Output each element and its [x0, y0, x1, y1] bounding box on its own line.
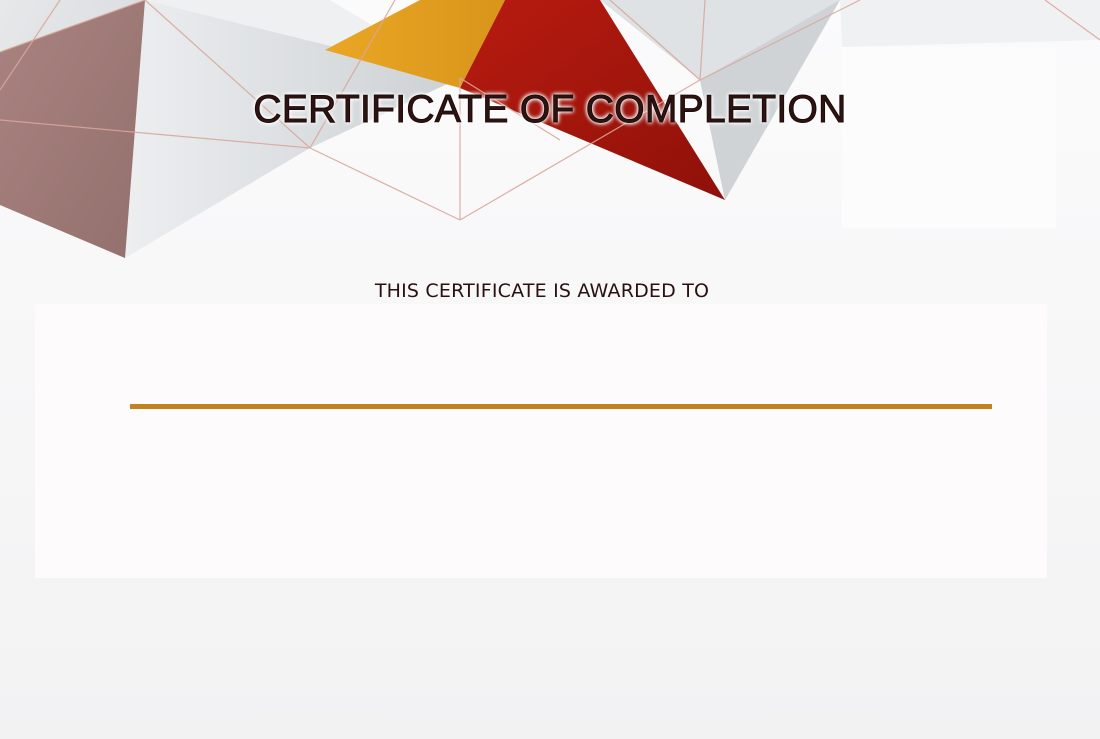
certificate-title: CERTIFICATE OF COMPLETION	[253, 88, 847, 132]
certificate-subtitle: THIS CERTIFICATE IS AWARDED TO	[374, 280, 710, 302]
body-blank-panel	[35, 304, 1047, 578]
certificate-page: CERTIFICATE OF COMPLETION THIS CERTIFICA…	[0, 0, 1100, 739]
recipient-name-line	[130, 404, 992, 409]
top-right-blank-panel	[842, 47, 1056, 228]
